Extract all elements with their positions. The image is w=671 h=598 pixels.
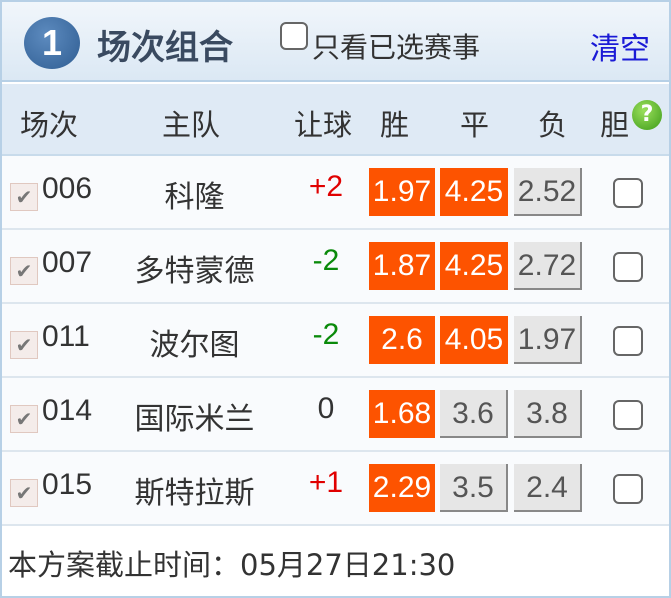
- match-checkbox[interactable]: ✔: [10, 183, 38, 211]
- match-checkbox[interactable]: ✔: [10, 257, 38, 285]
- handicap: -2: [312, 244, 340, 277]
- win-odds-button[interactable]: 1.68: [369, 390, 435, 438]
- match-number: 007: [42, 246, 93, 279]
- match-combination-panel: 1 场次组合 只看已选赛事 清空 场次 主队 让球 胜 平 负 胆 ? ✔ 00…: [0, 0, 671, 598]
- banker-checkbox[interactable]: [613, 474, 643, 504]
- only-selected-checkbox[interactable]: [280, 22, 308, 50]
- home-team: 波尔图: [149, 328, 240, 363]
- lose-odds-button[interactable]: 2.72: [514, 242, 582, 290]
- win-odds-button[interactable]: 2.29: [369, 464, 435, 512]
- col-banker: 胆: [600, 108, 630, 142]
- draw-odds-button[interactable]: 3.5: [440, 464, 508, 512]
- match-number: 006: [42, 172, 93, 205]
- column-header: 场次 主队 让球 胜 平 负 胆 ?: [2, 84, 669, 156]
- table-row: ✔ 006 科隆 +2 1.97 4.25 2.52: [2, 156, 669, 230]
- match-number: 015: [42, 468, 93, 501]
- panel-title: 场次组合: [97, 28, 233, 68]
- lose-odds-button[interactable]: 2.52: [514, 168, 582, 216]
- banker-checkbox[interactable]: [613, 178, 643, 208]
- home-team: 斯特拉斯: [134, 476, 255, 511]
- table-row: ✔ 014 国际米兰 0 1.68 3.6 3.8: [2, 378, 669, 452]
- draw-odds-button[interactable]: 4.25: [440, 168, 508, 216]
- only-selected-label[interactable]: 只看已选赛事: [312, 26, 480, 66]
- table-row: ✔ 007 多特蒙德 -2 1.87 4.25 2.72: [2, 230, 669, 304]
- col-home: 主队: [162, 108, 221, 142]
- step-number-icon: 1: [24, 17, 80, 69]
- match-checkbox[interactable]: ✔: [10, 331, 38, 359]
- match-checkbox[interactable]: ✔: [10, 405, 38, 433]
- home-team: 国际米兰: [134, 402, 255, 437]
- table-row: ✔ 011 波尔图 -2 2.6 4.05 1.97: [2, 304, 669, 378]
- handicap: -2: [312, 318, 340, 351]
- handicap: +2: [308, 170, 344, 203]
- win-odds-button[interactable]: 1.87: [369, 242, 435, 290]
- draw-odds-button[interactable]: 4.05: [440, 316, 508, 364]
- lose-odds-button[interactable]: 1.97: [514, 316, 582, 364]
- win-odds-button[interactable]: 1.97: [369, 168, 435, 216]
- col-match: 场次: [20, 108, 79, 142]
- match-number: 011: [42, 320, 90, 353]
- table-row: ✔ 015 斯特拉斯 +1 2.29 3.5 2.4: [2, 452, 669, 526]
- col-lose: 负: [538, 108, 568, 142]
- col-handicap: 让球: [294, 108, 353, 142]
- col-win: 胜: [380, 108, 410, 142]
- col-draw: 平: [460, 108, 490, 142]
- draw-odds-button[interactable]: 3.6: [440, 390, 508, 438]
- clear-link[interactable]: 清空: [590, 24, 650, 68]
- panel-header: 1 场次组合 只看已选赛事 清空: [2, 2, 669, 82]
- lose-odds-button[interactable]: 3.8: [514, 390, 582, 438]
- match-checkbox[interactable]: ✔: [10, 479, 38, 507]
- handicap: +1: [308, 466, 344, 499]
- handicap: 0: [317, 392, 335, 425]
- banker-checkbox[interactable]: [613, 326, 643, 356]
- help-icon[interactable]: ?: [632, 100, 662, 130]
- deadline-text: 本方案截止时间：05月27日21:30: [8, 548, 456, 582]
- banker-checkbox[interactable]: [613, 252, 643, 282]
- lose-odds-button[interactable]: 2.4: [514, 464, 582, 512]
- home-team: 科隆: [164, 180, 225, 215]
- draw-odds-button[interactable]: 4.25: [440, 242, 508, 290]
- win-odds-button[interactable]: 2.6: [369, 316, 435, 364]
- home-team: 多特蒙德: [134, 254, 255, 289]
- banker-checkbox[interactable]: [613, 400, 643, 430]
- match-number: 014: [42, 394, 93, 427]
